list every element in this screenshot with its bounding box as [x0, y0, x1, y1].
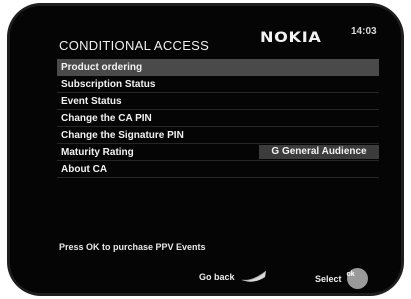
go-back-button[interactable]: Go back [199, 268, 268, 286]
clock: 14:03 [351, 26, 377, 37]
select-button[interactable]: Select ok [315, 268, 368, 289]
ca-menu: Product ordering Subscription Status Eve… [57, 59, 379, 178]
menu-item-label: Event Status [61, 96, 122, 107]
menu-item-label: Maturity Rating [61, 147, 134, 158]
menu-item-change-signature-pin[interactable]: Change the Signature PIN [57, 127, 379, 144]
menu-item-product-ordering[interactable]: Product ordering [57, 59, 379, 76]
tv-frame: NOKIA 14:03 CONDITIONAL ACCESS Product o… [7, 3, 404, 296]
menu-item-about-ca[interactable]: About CA [57, 161, 379, 178]
ok-button-icon: ok [346, 268, 368, 289]
menu-item-label: Change the CA PIN [61, 113, 152, 124]
ok-icon-text: ok [346, 271, 355, 278]
menu-item-maturity-rating[interactable]: Maturity Rating G General Audience [57, 144, 379, 161]
menu-item-label: Change the Signature PIN [61, 130, 184, 141]
menu-item-change-ca-pin[interactable]: Change the CA PIN [57, 110, 379, 127]
go-back-label: Go back [199, 272, 235, 282]
menu-item-label: Subscription Status [61, 79, 156, 90]
tv-screen: NOKIA 14:03 CONDITIONAL ACCESS Product o… [10, 6, 401, 293]
menu-item-label: Product ordering [61, 62, 143, 73]
nokia-logo: NOKIA [260, 30, 322, 46]
page-title: CONDITIONAL ACCESS [59, 38, 210, 53]
maturity-rating-value[interactable]: G General Audience [259, 145, 379, 159]
select-label: Select [315, 273, 342, 284]
menu-item-label: About CA [61, 164, 108, 175]
menu-item-subscription-status[interactable]: Subscription Status [57, 76, 379, 93]
hint-text: Press OK to purchase PPV Events [59, 242, 206, 252]
back-arrow-icon [240, 268, 268, 286]
menu-item-event-status[interactable]: Event Status [57, 93, 379, 110]
